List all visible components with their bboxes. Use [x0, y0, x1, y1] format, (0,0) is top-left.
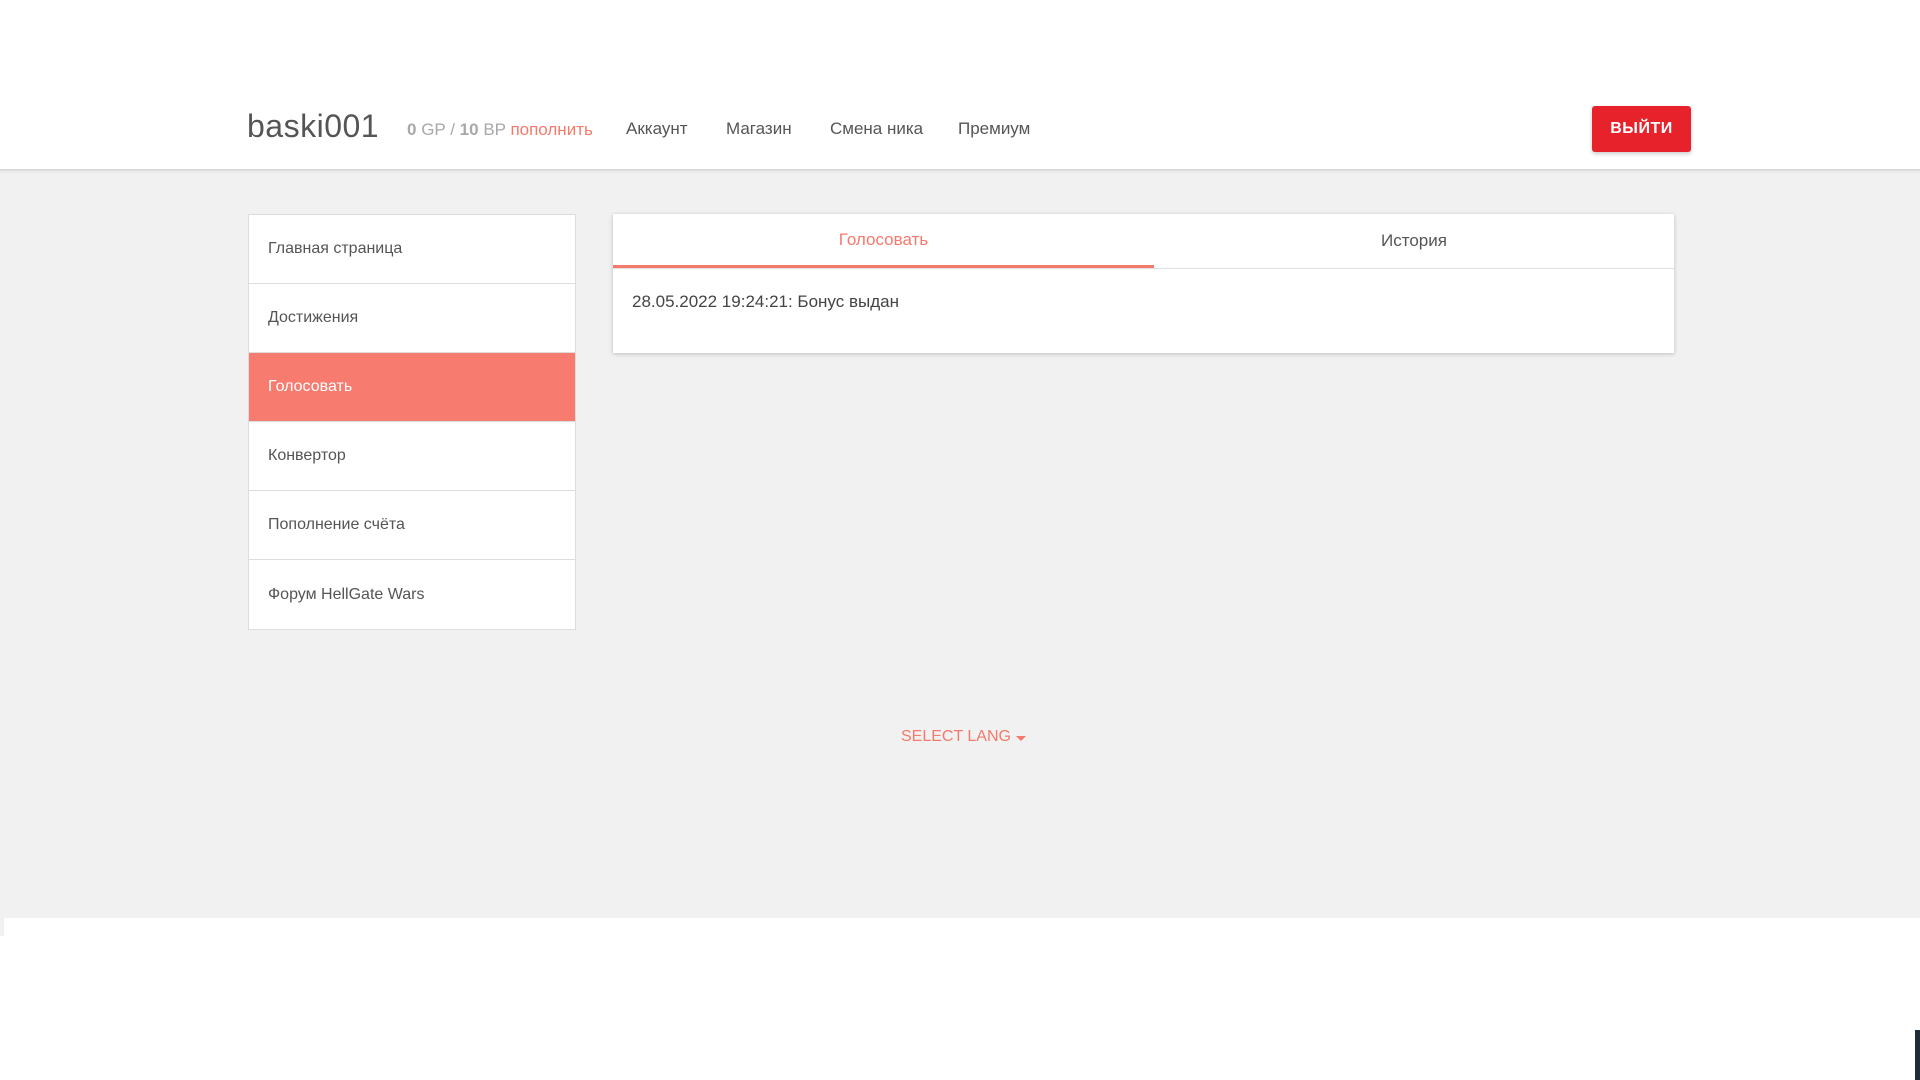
account-balance: 0 GP / 10 BP пополнить [407, 120, 593, 140]
logout-button[interactable]: ВЫЙТИ [1592, 106, 1691, 152]
bp-value: 10 [459, 120, 479, 139]
sidebar-item-topup[interactable]: Пополнение счёта [249, 491, 575, 560]
balance-separator: / [450, 120, 455, 139]
select-lang-label: SELECT LANG [901, 728, 1011, 745]
top-navbar: baski001 0 GP / 10 BP пополнить Аккаунт … [0, 0, 1920, 170]
sidebar-item-vote[interactable]: Голосовать [249, 353, 575, 422]
gp-value: 0 [407, 120, 417, 139]
caret-down-icon [1015, 735, 1026, 741]
sidebar-item-home[interactable]: Главная страница [249, 215, 575, 284]
sidebar-menu: Главная страница Достижения Голосовать К… [248, 214, 576, 630]
select-lang-dropdown[interactable]: SELECT LANG [901, 728, 1026, 746]
vote-status-entry: 28.05.2022 19:24:21: Бонус выдан [632, 292, 899, 311]
nav-premium-link[interactable]: Премиум [958, 119, 1030, 139]
nav-account-link[interactable]: Аккаунт [626, 119, 688, 139]
vote-panel: Голосовать История 28.05.2022 19:24:21: … [613, 214, 1674, 353]
bottom-edge-strip [0, 918, 4, 936]
nav-change-nick-link[interactable]: Смена ника [830, 119, 923, 139]
tab-history[interactable]: История [1154, 214, 1674, 268]
window-edge-bottom [1915, 1030, 1920, 1080]
username-title: baski001 [247, 108, 380, 144]
gp-label: GP [421, 120, 446, 139]
sidebar-item-forum[interactable]: Форум HellGate Wars [249, 560, 575, 629]
bp-label: BP [483, 120, 506, 139]
nav-shop-link[interactable]: Магазин [726, 119, 792, 139]
sidebar-item-converter[interactable]: Конвертор [249, 422, 575, 491]
topup-link[interactable]: пополнить [510, 120, 592, 139]
tab-vote[interactable]: Голосовать [613, 214, 1154, 268]
sidebar-item-achievements[interactable]: Достижения [249, 284, 575, 353]
panel-tabs: Голосовать История [613, 214, 1674, 269]
